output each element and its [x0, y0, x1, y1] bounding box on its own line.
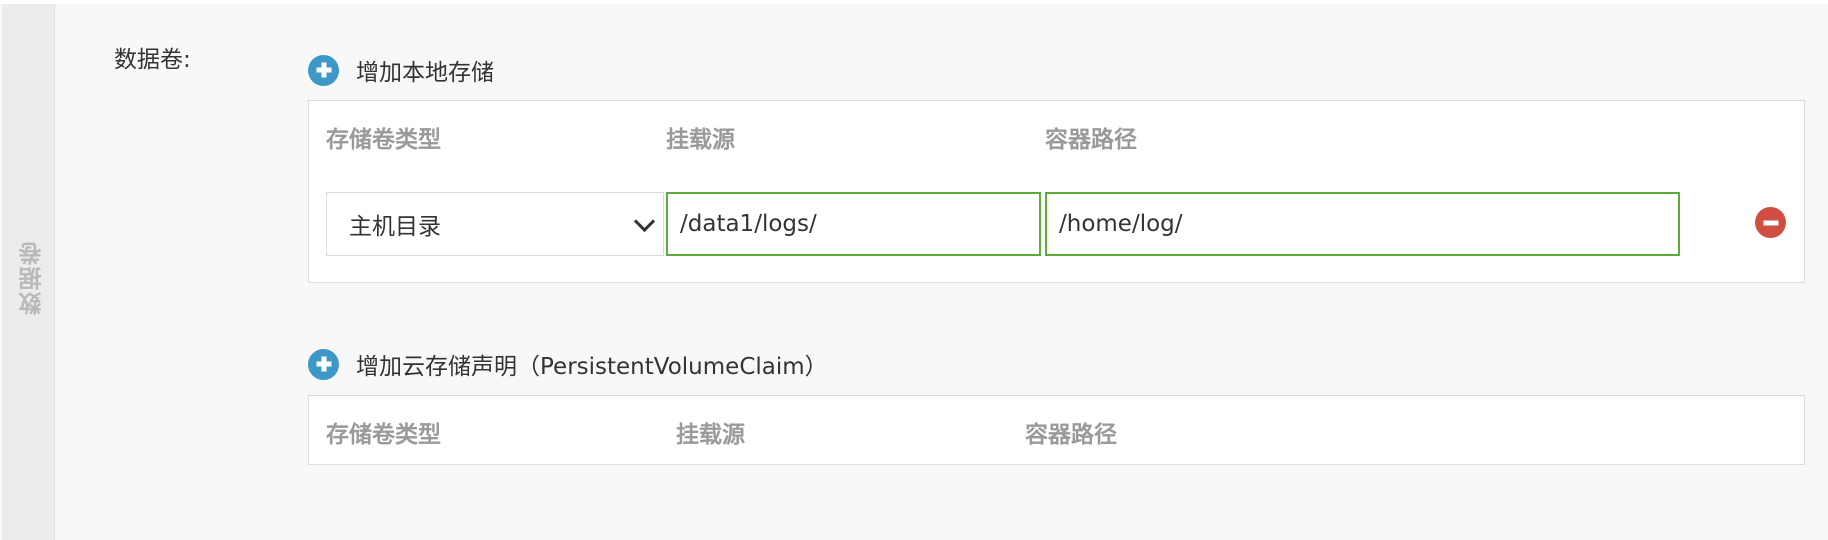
side-tab-label: 数据卷	[20, 240, 46, 315]
add-cloud-storage-button[interactable]: 增加云存储声明（PersistentVolumeClaim）	[308, 347, 828, 381]
column-header-mount-source: 挂载源	[676, 422, 745, 448]
column-header-volume-type: 存储卷类型	[326, 127, 441, 153]
local-storage-table: 存储卷类型 挂载源 容器路径 主机目录	[308, 100, 1805, 283]
column-header-container-path: 容器路径	[1025, 422, 1117, 448]
volume-type-select[interactable]: 主机目录	[326, 192, 664, 256]
volumes-field-label: 数据卷:	[114, 47, 191, 73]
add-local-storage-button[interactable]: 增加本地存储	[308, 53, 494, 87]
remove-row-icon[interactable]	[1755, 207, 1786, 238]
column-header-container-path: 容器路径	[1045, 127, 1137, 153]
add-cloud-storage-label: 增加云存储声明（PersistentVolumeClaim）	[356, 354, 828, 380]
add-local-storage-label: 增加本地存储	[356, 60, 494, 86]
plus-circle-icon	[308, 54, 339, 86]
volume-type-selected-value: 主机目录	[349, 214, 441, 240]
plus-circle-icon	[308, 348, 339, 380]
column-header-mount-source: 挂载源	[666, 127, 735, 153]
chevron-down-icon	[631, 211, 657, 237]
side-tab-volumes[interactable]: 数据卷	[2, 4, 55, 540]
column-header-volume-type: 存储卷类型	[326, 422, 441, 448]
mount-source-input[interactable]	[666, 192, 1041, 256]
cloud-storage-table: 存储卷类型 挂载源 容器路径	[308, 395, 1805, 465]
container-path-input[interactable]	[1045, 192, 1680, 256]
